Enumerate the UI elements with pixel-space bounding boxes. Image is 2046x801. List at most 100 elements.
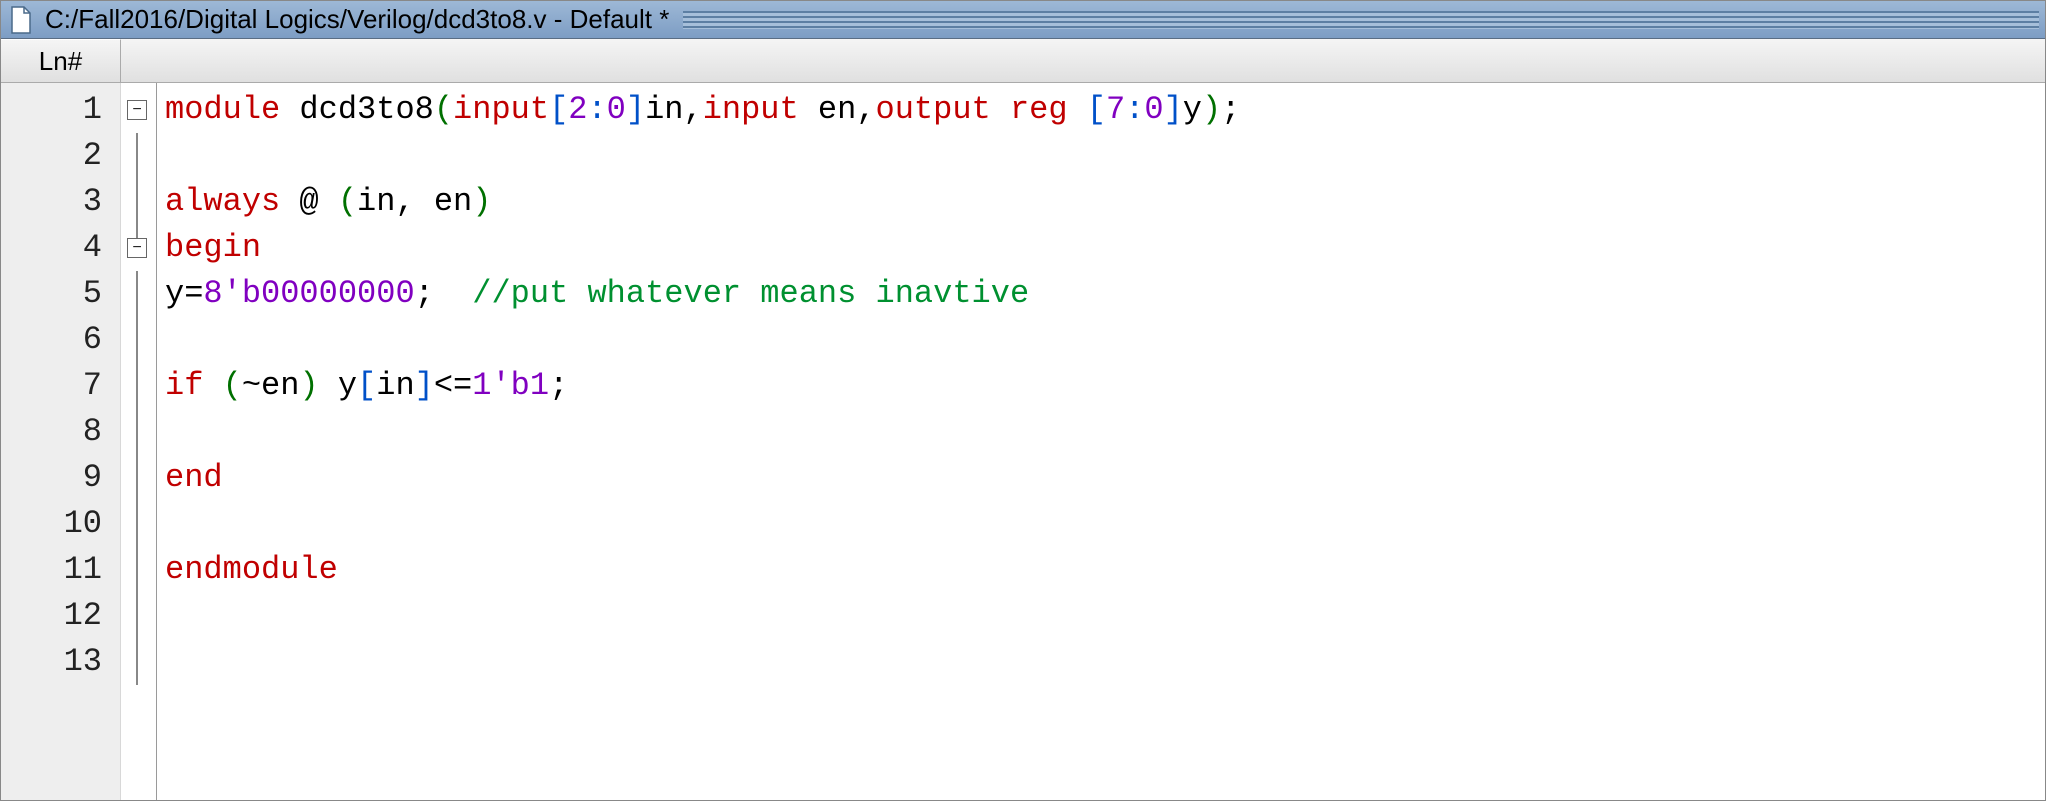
fold-guide xyxy=(136,547,138,593)
comma: , xyxy=(395,183,414,220)
line-number: 12 xyxy=(1,593,120,639)
line-number: 10 xyxy=(1,501,120,547)
line-number-gutter: 1 2 3 4 5 6 7 8 9 10 11 12 13 xyxy=(1,83,121,800)
line-number: 13 xyxy=(1,639,120,685)
keyword: input xyxy=(703,91,799,128)
line-number: 1 xyxy=(1,87,120,133)
fold-guide xyxy=(136,225,138,239)
comma: , xyxy=(683,91,702,128)
line-number: 11 xyxy=(1,547,120,593)
code-content[interactable]: module dcd3to8(input[2:0]in,input en,out… xyxy=(157,83,2045,800)
identifier: in xyxy=(357,183,395,220)
bracket: [ xyxy=(549,91,568,128)
keyword: reg xyxy=(1010,91,1068,128)
number: 7 xyxy=(1106,91,1125,128)
bracket: [ xyxy=(357,367,376,404)
code-line[interactable]: module dcd3to8(input[2:0]in,input en,out… xyxy=(165,87,2045,133)
operator: ~ xyxy=(242,367,261,404)
keyword: if xyxy=(165,367,203,404)
paren: ) xyxy=(472,183,491,220)
code-line[interactable] xyxy=(165,501,2045,547)
number: 0 xyxy=(1144,91,1163,128)
keyword: begin xyxy=(165,229,261,266)
fold-guide xyxy=(136,593,138,639)
number: 2 xyxy=(568,91,587,128)
editor-area[interactable]: 1 2 3 4 5 6 7 8 9 10 11 12 13 − − xyxy=(1,83,2045,800)
line-number: 5 xyxy=(1,271,120,317)
identifier: y xyxy=(1183,91,1202,128)
code-line[interactable] xyxy=(165,317,2045,363)
code-header xyxy=(121,39,2045,82)
line-number: 3 xyxy=(1,179,120,225)
colon: : xyxy=(587,91,606,128)
semicolon: ; xyxy=(549,367,568,404)
comment: //put whatever means inavtive xyxy=(472,275,1029,312)
paren: ) xyxy=(1202,91,1221,128)
identifier: en xyxy=(261,367,299,404)
number: 0 xyxy=(607,91,626,128)
colon: : xyxy=(1125,91,1144,128)
literal: 1'b1 xyxy=(472,367,549,404)
fold-guide xyxy=(136,179,138,225)
code-line[interactable]: always @ (in, en) xyxy=(165,179,2045,225)
code-line[interactable]: y=8'b00000000; //put whatever means inav… xyxy=(165,271,2045,317)
bracket: ] xyxy=(1164,91,1183,128)
line-number-header: Ln# xyxy=(1,39,121,82)
fold-guide xyxy=(136,317,138,363)
editor-window: C:/Fall2016/Digital Logics/Verilog/dcd3t… xyxy=(0,0,2046,801)
line-number: 7 xyxy=(1,363,120,409)
fold-guide xyxy=(136,409,138,455)
window-title: C:/Fall2016/Digital Logics/Verilog/dcd3t… xyxy=(45,4,669,35)
line-number: 6 xyxy=(1,317,120,363)
column-header-row: Ln# xyxy=(1,39,2045,83)
keyword: endmodule xyxy=(165,551,338,588)
fold-toggle-icon[interactable]: − xyxy=(127,238,147,258)
code-line[interactable] xyxy=(165,593,2045,639)
code-line[interactable]: end xyxy=(165,455,2045,501)
operator: @ xyxy=(299,183,318,220)
fold-guide xyxy=(136,455,138,501)
paren: ( xyxy=(434,91,453,128)
code-line[interactable]: if (~en) y[in]<=1'b1; xyxy=(165,363,2045,409)
paren: ( xyxy=(338,183,357,220)
code-line[interactable]: begin xyxy=(165,225,2045,271)
fold-column: − − xyxy=(121,83,157,800)
code-line[interactable] xyxy=(165,133,2045,179)
identifier: in xyxy=(376,367,414,404)
line-number: 9 xyxy=(1,455,120,501)
fold-toggle-icon[interactable]: − xyxy=(127,100,147,120)
keyword: input xyxy=(453,91,549,128)
line-number: 4 xyxy=(1,225,120,271)
identifier: en xyxy=(818,91,856,128)
bracket: ] xyxy=(626,91,645,128)
code-line[interactable] xyxy=(165,639,2045,685)
fold-guide xyxy=(136,639,138,685)
semicolon: ; xyxy=(1221,91,1240,128)
keyword: end xyxy=(165,459,223,496)
identifier: y xyxy=(165,275,184,312)
operator: = xyxy=(184,275,203,312)
keyword: module xyxy=(165,91,280,128)
keyword: always xyxy=(165,183,280,220)
title-bar: C:/Fall2016/Digital Logics/Verilog/dcd3t… xyxy=(1,1,2045,39)
fold-guide xyxy=(136,363,138,409)
keyword: output xyxy=(876,91,991,128)
fold-guide xyxy=(136,271,138,317)
code-line[interactable] xyxy=(165,409,2045,455)
paren: ( xyxy=(223,367,242,404)
comma: , xyxy=(856,91,875,128)
bracket: [ xyxy=(1087,91,1106,128)
identifier: in xyxy=(645,91,683,128)
line-number: 8 xyxy=(1,409,120,455)
paren: ) xyxy=(299,367,318,404)
line-number: 2 xyxy=(1,133,120,179)
code-line[interactable]: endmodule xyxy=(165,547,2045,593)
bracket: ] xyxy=(415,367,434,404)
fold-guide xyxy=(136,133,138,179)
operator: <= xyxy=(434,367,472,404)
fold-guide xyxy=(136,501,138,547)
literal: 8'b00000000 xyxy=(203,275,414,312)
identifier: dcd3to8 xyxy=(299,91,433,128)
identifier: y xyxy=(338,367,357,404)
semicolon: ; xyxy=(415,275,434,312)
